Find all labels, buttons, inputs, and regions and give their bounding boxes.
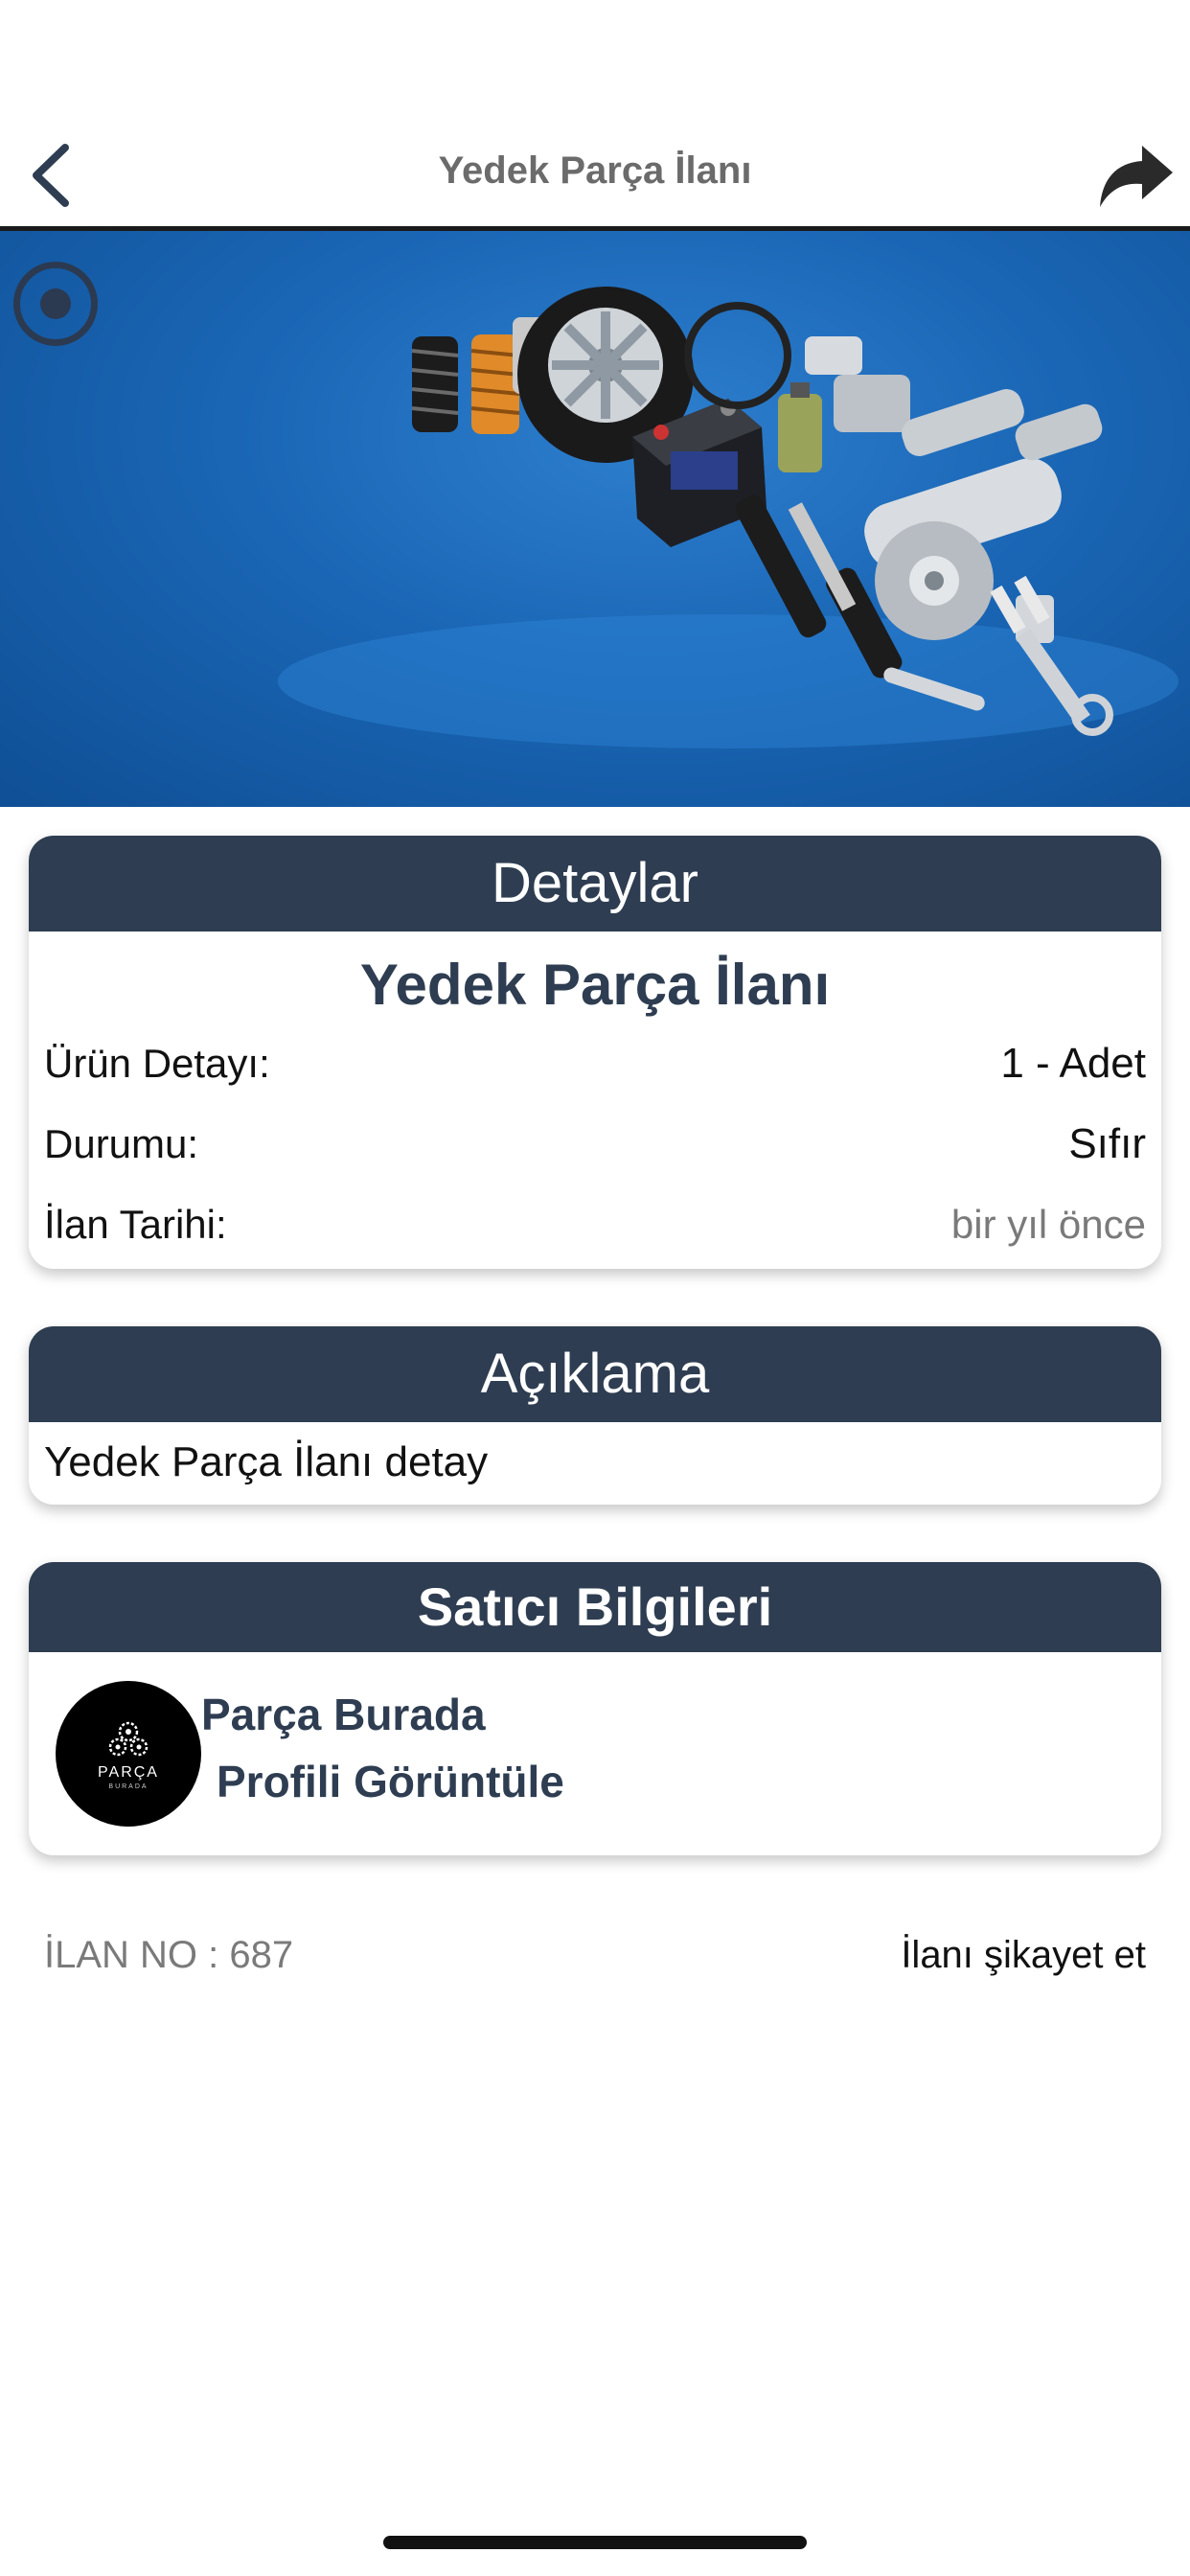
share-button[interactable] <box>1094 138 1177 215</box>
avatar-brand: PARÇA <box>98 1763 159 1781</box>
car-parts-image <box>278 287 1179 748</box>
listing-image-carousel[interactable] <box>0 231 1190 807</box>
listing-number: İLAN NO : 687 <box>44 1933 294 1976</box>
avatar-brand-sub: BURADA <box>108 1782 149 1790</box>
detail-label: Ürün Detayı: <box>44 1041 270 1086</box>
detail-label: Durumu: <box>44 1121 199 1166</box>
description-text: Yedek Parça İlanı detay <box>44 1438 489 1485</box>
details-card: Detaylar Yedek Parça İlanı Ürün Detayı: … <box>29 836 1161 1269</box>
carousel-indicator[interactable] <box>13 262 98 346</box>
detail-value: 1 - Adet <box>1000 1040 1146 1087</box>
detail-row-condition: Durumu: Sıfır <box>29 1104 1161 1184</box>
share-arrow-icon <box>1100 146 1173 207</box>
detail-value: Sıfır <box>1068 1120 1146 1167</box>
status-bar <box>0 0 1190 125</box>
gears-logo-icon <box>108 1721 149 1756</box>
seller-card: Satıcı Bilgileri PARÇA BURADA Parça Bura… <box>29 1562 1161 1855</box>
detail-value: bir yıl önce <box>950 1202 1146 1247</box>
seller-name: Parça Burada <box>201 1690 486 1739</box>
seller-card-header: Satıcı Bilgileri <box>29 1562 1161 1652</box>
description-card-header: Açıklama <box>29 1326 1161 1422</box>
listing-title: Yedek Parça İlanı <box>359 953 831 1017</box>
report-listing-link[interactable]: İlanı şikayet et <box>901 1934 1146 1977</box>
seller-avatar[interactable]: PARÇA BURADA <box>56 1681 201 1827</box>
page-title: Yedek Parça İlanı <box>438 150 752 192</box>
view-profile-link[interactable]: Profili Görüntüle <box>217 1756 564 1807</box>
listing-footer: İLAN NO : 687 İlanı şikayet et <box>44 1926 1146 1984</box>
detail-row-date: İlan Tarihi: bir yıl önce <box>29 1184 1161 1265</box>
navigation-bar: Yedek Parça İlanı <box>0 125 1190 226</box>
description-card: Açıklama Yedek Parça İlanı detay <box>29 1326 1161 1505</box>
brake-disc-image <box>875 521 994 640</box>
detail-row-product: Ürün Detayı: 1 - Adet <box>29 1024 1161 1104</box>
detail-label: İlan Tarihi: <box>44 1202 227 1247</box>
seller-info: PARÇA BURADA Parça Burada Profili Görünt… <box>29 1652 1161 1855</box>
home-indicator[interactable] <box>383 2536 807 2549</box>
details-card-header: Detaylar <box>29 836 1161 932</box>
radio-dot-icon <box>40 288 71 319</box>
